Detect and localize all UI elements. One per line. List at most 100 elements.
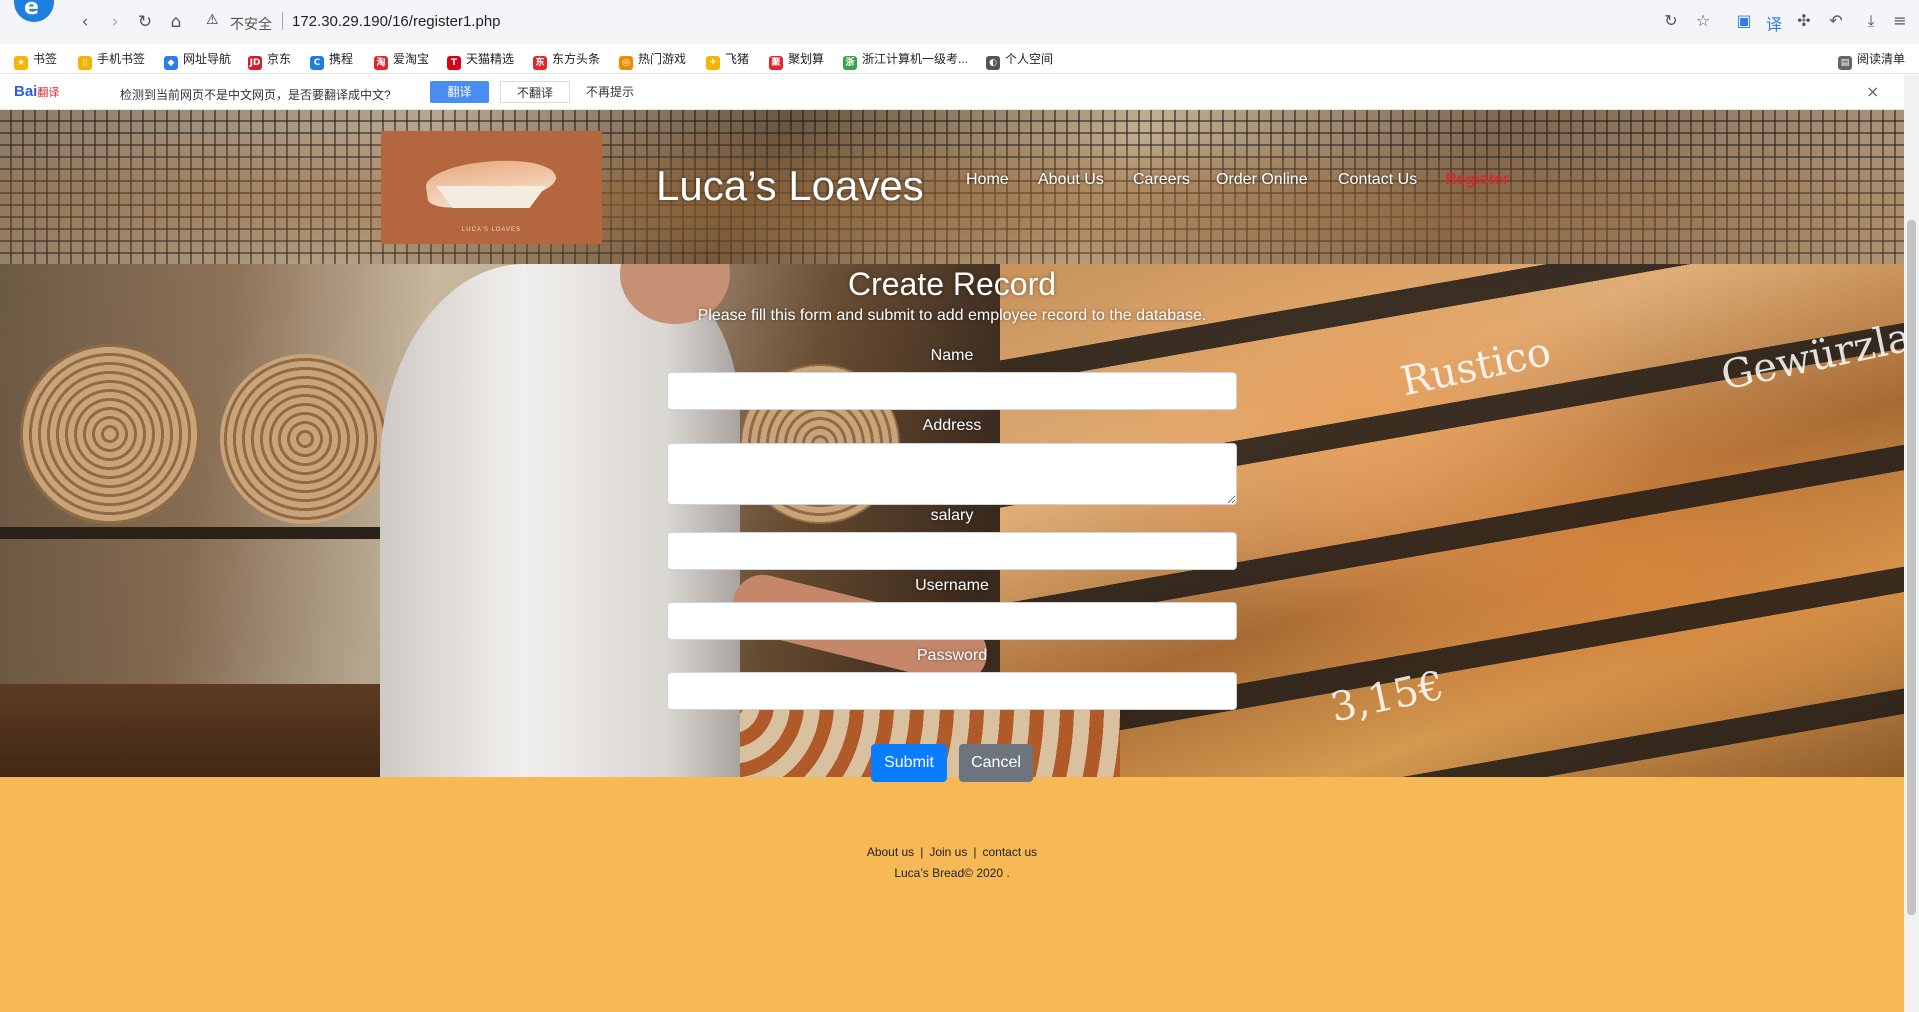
basket-icon: [436, 186, 546, 208]
bookmark-item[interactable]: ★ 书签: [14, 50, 58, 70]
reload-icon[interactable]: ↻: [134, 11, 156, 33]
nav-register[interactable]: Register: [1445, 171, 1509, 189]
browser-logo-icon: e: [14, 0, 54, 22]
browser-toolbar: e ‹ › ↻ ⌂ ⚠ 不安全 172.30.29.190/16/registe…: [0, 0, 1919, 44]
bookmark-icon: ◎: [619, 56, 633, 70]
chalkboard-text: 3,15€: [1326, 662, 1449, 732]
star-icon[interactable]: ☆: [1692, 11, 1714, 33]
footer-link-join-us[interactable]: Join us: [929, 845, 967, 859]
table-image: [0, 684, 420, 777]
footer-links: About us | Join us | contact us: [0, 845, 1904, 859]
password-input[interactable]: [667, 672, 1237, 710]
bookmark-label: 聚划算: [788, 52, 825, 66]
bookmark-label: 网址导航: [183, 52, 232, 66]
site-footer: About us | Join us | contact us Luca’s Bread…: [0, 777, 1904, 1012]
bookmark-label: 携程: [329, 52, 354, 66]
translate-button[interactable]: 翻译: [430, 81, 489, 103]
baidu-translate-logo: Bai翻译: [14, 83, 59, 100]
download-icon[interactable]: ⤓: [1860, 11, 1882, 33]
nav-order-online[interactable]: Order Online: [1216, 171, 1308, 189]
bookmark-item[interactable]: ◎ 热门游戏: [619, 50, 686, 70]
bookmark-label: 阅读清单: [1857, 52, 1906, 66]
bookmark-label: 天猫精选: [466, 52, 515, 66]
puzzle-icon[interactable]: ✣: [1793, 11, 1815, 33]
bookmark-icon: ✈: [706, 56, 720, 70]
nav-careers[interactable]: Careers: [1133, 171, 1190, 189]
bookmark-item[interactable]: 聚聚划算: [769, 50, 825, 70]
baidu-brand: Bai: [14, 83, 38, 100]
cancel-button[interactable]: Cancel: [959, 744, 1033, 782]
bookmark-icon: ◆: [164, 56, 178, 70]
bookmark-item[interactable]: ◐ 个人空间: [986, 50, 1053, 70]
bookmark-item[interactable]: C 携程: [310, 50, 354, 70]
bookmark-item[interactable]: JD 京东: [248, 50, 292, 70]
bookmark-label: 浙江计算机一级考...: [862, 52, 969, 66]
warning-icon: ⚠: [206, 12, 219, 28]
footer-link-contact-us[interactable]: contact us: [982, 845, 1037, 859]
form-title: Create Record: [847, 266, 1057, 302]
never-prompt-button[interactable]: 不再提示: [580, 81, 640, 103]
site-logo[interactable]: LUCA’S LOAVES: [381, 131, 602, 244]
bookmark-label: 书签: [33, 52, 58, 66]
back-icon[interactable]: ‹: [74, 11, 96, 33]
scrollbar-thumb[interactable]: [1907, 220, 1916, 915]
bread-image: [220, 354, 390, 524]
bookmark-item[interactable]: ✈ 飞猪: [706, 50, 749, 70]
translate-bar: Bai翻译 检测到当前网页不是中文网页，是否要翻译成中文? 翻译 不翻译 不再提…: [0, 75, 1906, 110]
shelf-image: [0, 527, 400, 539]
bookmark-icon: ▯: [78, 56, 92, 70]
bookmark-icon: ◐: [986, 56, 1000, 70]
bookmark-item[interactable]: 浙浙江计算机一级考...: [843, 50, 969, 70]
url-text[interactable]: 172.30.29.190/16/register1.php: [292, 13, 501, 30]
address-label: Address: [922, 417, 982, 434]
undo-icon[interactable]: ↶: [1825, 11, 1847, 33]
bookmark-label: 京东: [267, 52, 292, 66]
forward-icon[interactable]: ›: [104, 11, 126, 33]
nav-home[interactable]: Home: [966, 171, 1009, 189]
close-icon[interactable]: ×: [1866, 82, 1879, 101]
bookmark-icon: JD: [248, 56, 262, 70]
menu-icon[interactable]: ≡: [1889, 11, 1911, 33]
home-icon[interactable]: ⌂: [165, 11, 187, 33]
logo-tagline: LUCA’S LOAVES: [461, 227, 522, 233]
bookmark-label: 手机书签: [97, 52, 146, 66]
bookmark-label: 爱淘宝: [393, 52, 430, 66]
bookmark-icon: C: [310, 56, 324, 70]
bookmark-item[interactable]: 东东方头条: [533, 50, 600, 70]
bookmark-icon: T: [447, 56, 461, 70]
salary-input[interactable]: [667, 532, 1237, 570]
bookmark-item[interactable]: ▤ 阅读清单: [1838, 50, 1906, 70]
copyright-text: Luca’s Bread© 2020 .: [894, 866, 1010, 880]
page-viewport: LUCA’S LOAVES Luca’s Loaves Home About U…: [0, 110, 1904, 1012]
footer-separator: |: [973, 845, 977, 859]
insecure-label: 不安全: [230, 16, 272, 32]
password-label: Password: [916, 647, 988, 664]
address-separator: [282, 12, 283, 30]
submit-button[interactable]: Submit: [871, 744, 947, 782]
bookmark-item[interactable]: T 天猫精选: [447, 50, 515, 70]
bookmark-item[interactable]: 淘爱淘宝: [374, 50, 430, 70]
name-input[interactable]: [667, 372, 1237, 410]
baidu-brand-sub: 翻译: [37, 87, 60, 99]
address-textarea[interactable]: [667, 443, 1237, 505]
bookmark-icon: 淘: [374, 56, 388, 70]
username-input[interactable]: [667, 602, 1237, 640]
footer-link-about-us[interactable]: About us: [867, 845, 914, 859]
bookmark-icon: ▤: [1838, 56, 1852, 70]
scrollbar[interactable]: [1904, 75, 1919, 1012]
translate-message: 检测到当前网页不是中文网页，是否要翻译成中文?: [120, 88, 391, 102]
site-header: LUCA’S LOAVES Luca’s Loaves Home About U…: [0, 110, 1904, 264]
bookmark-item[interactable]: ◆ 网址导航: [164, 50, 232, 70]
name-label: Name: [930, 347, 974, 364]
refresh-page-icon[interactable]: ↻: [1660, 11, 1682, 33]
nav-about-us[interactable]: About Us: [1038, 171, 1104, 189]
no-translate-button[interactable]: 不翻译: [500, 81, 570, 103]
bookmark-icon: 聚: [769, 56, 783, 70]
address-bar[interactable]: ⚠ 不安全 172.30.29.190/16/register1.php: [198, 8, 1698, 36]
translate-icon[interactable]: 译: [1763, 11, 1785, 34]
bookmark-item[interactable]: ▯ 手机书签: [78, 50, 146, 70]
nav-contact-us[interactable]: Contact Us: [1338, 171, 1417, 189]
bookmark-icon: 东: [533, 56, 547, 70]
site-title: Luca’s Loaves: [656, 162, 924, 209]
extension-icon[interactable]: ▣: [1733, 11, 1755, 33]
